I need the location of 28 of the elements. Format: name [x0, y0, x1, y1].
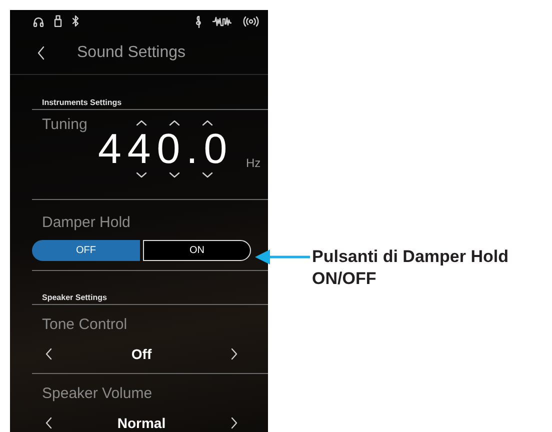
back-icon[interactable] — [37, 46, 45, 60]
selector-value: Normal — [117, 415, 166, 431]
toggle-option[interactable]: ON — [143, 240, 251, 261]
down-caret-icon[interactable] — [136, 172, 147, 178]
wireless-signal-icon — [242, 16, 260, 26]
bluetooth-icon — [72, 15, 79, 27]
headphones-icon — [33, 16, 44, 26]
section-heading: Speaker Settings — [32, 293, 268, 305]
usb-drive-icon — [54, 15, 62, 27]
toggle-option[interactable]: OFF — [32, 240, 140, 261]
setting-label: Tuning — [41, 115, 88, 135]
screen-title: Sound Settings — [77, 44, 186, 62]
up-caret-icon[interactable] — [136, 120, 147, 126]
unit-label: Hz — [246, 156, 261, 172]
down-caret-icon[interactable] — [169, 172, 180, 178]
setting-label: Tone Control — [41, 315, 128, 335]
up-caret-icon[interactable] — [202, 120, 213, 126]
waveform-icon — [212, 16, 232, 26]
pointer-arrow — [254, 249, 312, 265]
section-heading: Instruments Settings — [32, 98, 268, 110]
selector-value: Off — [131, 346, 152, 362]
tuning-value: 440.0 — [97, 126, 234, 172]
setting-label: Speaker Volume — [41, 384, 154, 404]
up-caret-icon[interactable] — [169, 120, 180, 126]
callout-label: Pulsanti di Damper Hold ON/OFF — [312, 246, 510, 290]
music-clef-icon — [195, 14, 202, 28]
setting-label: Damper Hold — [41, 213, 132, 233]
down-caret-icon[interactable] — [202, 172, 213, 178]
